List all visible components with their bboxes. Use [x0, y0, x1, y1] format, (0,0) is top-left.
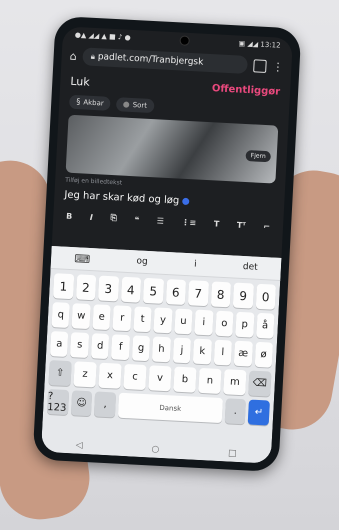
color-chip-label: Sort [132, 101, 148, 110]
space-key[interactable]: Dansk [117, 392, 223, 424]
shift-key-icon[interactable]: ⇧ [48, 360, 72, 387]
key-c[interactable]: c [123, 363, 147, 391]
keyboard-tools-icon[interactable]: ⌨ [74, 252, 91, 266]
key-u[interactable]: u [174, 308, 193, 335]
back-nav-icon[interactable]: ◁ [76, 441, 83, 451]
symbols-key-icon[interactable]: ?123 [46, 388, 69, 416]
photo-background: ●▲ ◢◢ ▲ ■ ♪ ● ▣ ◢◢ 13:12 ⌂ 🔒︎ padlet.com… [0, 0, 339, 530]
key-2[interactable]: 2 [75, 274, 97, 301]
key-4[interactable]: 4 [120, 276, 142, 303]
key-j[interactable]: j [172, 337, 192, 364]
suggestion-3[interactable]: det [243, 262, 258, 273]
key-oe[interactable]: ø [254, 341, 273, 368]
key-e[interactable]: e [92, 304, 112, 331]
key-r[interactable]: r [112, 305, 132, 332]
close-button[interactable]: Luk [70, 74, 90, 88]
code-button[interactable]: ⎘ [110, 213, 117, 223]
list-button[interactable]: ☰ [157, 216, 165, 225]
soft-keyboard: ⌨ og i det 1 2 3 4 5 6 7 8 9 0 q w e r t… [40, 245, 282, 464]
key-i[interactable]: i [194, 309, 214, 336]
tab-switcher-icon[interactable] [253, 58, 267, 73]
author-chip[interactable]: § Akbar [68, 94, 112, 111]
author-chip-label: Akbar [83, 98, 104, 108]
more-format-button[interactable]: ⌐ [263, 222, 270, 231]
subheading-button[interactable]: Tᵀ [237, 220, 246, 229]
home-nav-icon[interactable]: ○ [151, 444, 159, 454]
comma-key[interactable]: , [94, 391, 117, 418]
key-aa[interactable]: å [255, 312, 275, 339]
key-h[interactable]: h [152, 336, 171, 363]
emoji-key-icon[interactable]: ☺ [70, 390, 93, 417]
attachment-icon: § [76, 97, 81, 107]
key-s[interactable]: s [70, 332, 90, 359]
heading-button[interactable]: T [214, 219, 220, 228]
key-n[interactable]: n [198, 367, 222, 394]
attached-photo: Fjern [65, 114, 279, 184]
key-m[interactable]: m [223, 369, 247, 396]
phone-screen: ●▲ ◢◢ ▲ ■ ♪ ● ▣ ◢◢ 13:12 ⌂ 🔒︎ padlet.com… [40, 26, 293, 464]
key-0[interactable]: 0 [255, 283, 277, 310]
italic-button[interactable]: I [90, 212, 93, 221]
suggestion-1[interactable]: og [136, 256, 148, 267]
address-text: padlet.com/Tranbjergsk [97, 52, 204, 68]
key-1[interactable]: 1 [53, 273, 74, 300]
enter-key-icon[interactable]: ↵ [247, 399, 270, 426]
key-v[interactable]: v [148, 365, 172, 392]
bold-button[interactable]: B [66, 211, 73, 220]
key-f[interactable]: f [111, 334, 130, 361]
lock-icon: 🔒︎ [90, 51, 96, 61]
text-cursor-handle[interactable] [182, 197, 190, 206]
system-nav-bar: ◁ ○ □ [40, 435, 272, 464]
status-icons-left: ●▲ ◢◢ ▲ ■ ♪ ● [74, 30, 131, 42]
key-3[interactable]: 3 [97, 275, 119, 302]
key-d[interactable]: d [90, 333, 110, 360]
color-chip[interactable]: Sort [116, 97, 155, 114]
key-9[interactable]: 9 [232, 282, 254, 309]
key-a[interactable]: a [49, 331, 69, 357]
key-l[interactable]: l [213, 339, 233, 366]
numbered-list-button[interactable]: ⋮≡ [181, 217, 196, 227]
key-b[interactable]: b [173, 366, 197, 393]
key-7[interactable]: 7 [187, 280, 209, 307]
key-8[interactable]: 8 [210, 281, 232, 308]
key-5[interactable]: 5 [142, 277, 164, 304]
home-icon[interactable]: ⌂ [69, 49, 77, 62]
recents-nav-icon[interactable]: □ [228, 448, 237, 458]
key-x[interactable]: x [98, 362, 122, 389]
key-g[interactable]: g [131, 335, 151, 362]
publish-button[interactable]: Offentliggør [212, 83, 281, 98]
key-w[interactable]: w [71, 303, 91, 330]
key-t[interactable]: t [133, 306, 152, 333]
suggestion-2[interactable]: i [194, 259, 197, 269]
key-6[interactable]: 6 [165, 279, 187, 306]
period-key[interactable]: . [224, 398, 247, 425]
key-q[interactable]: q [51, 302, 71, 328]
front-camera [179, 35, 190, 46]
quote-button[interactable]: ❝ [134, 215, 139, 224]
remove-photo-button[interactable]: Fjern [245, 150, 271, 163]
backspace-key-icon[interactable]: ⌫ [248, 370, 272, 397]
key-y[interactable]: y [153, 307, 173, 334]
key-z[interactable]: z [73, 361, 97, 388]
key-ae[interactable]: æ [233, 340, 253, 367]
status-icons-right: ▣ ◢◢ 13:12 [238, 39, 281, 50]
key-k[interactable]: k [192, 338, 212, 365]
more-menu-icon[interactable]: ⋮ [272, 60, 284, 74]
color-dot-icon [123, 101, 130, 108]
smartphone: ●▲ ◢◢ ▲ ■ ♪ ● ▣ ◢◢ 13:12 ⌂ 🔒︎ padlet.com… [32, 15, 302, 473]
key-o[interactable]: o [214, 310, 234, 337]
key-p[interactable]: p [235, 311, 255, 338]
